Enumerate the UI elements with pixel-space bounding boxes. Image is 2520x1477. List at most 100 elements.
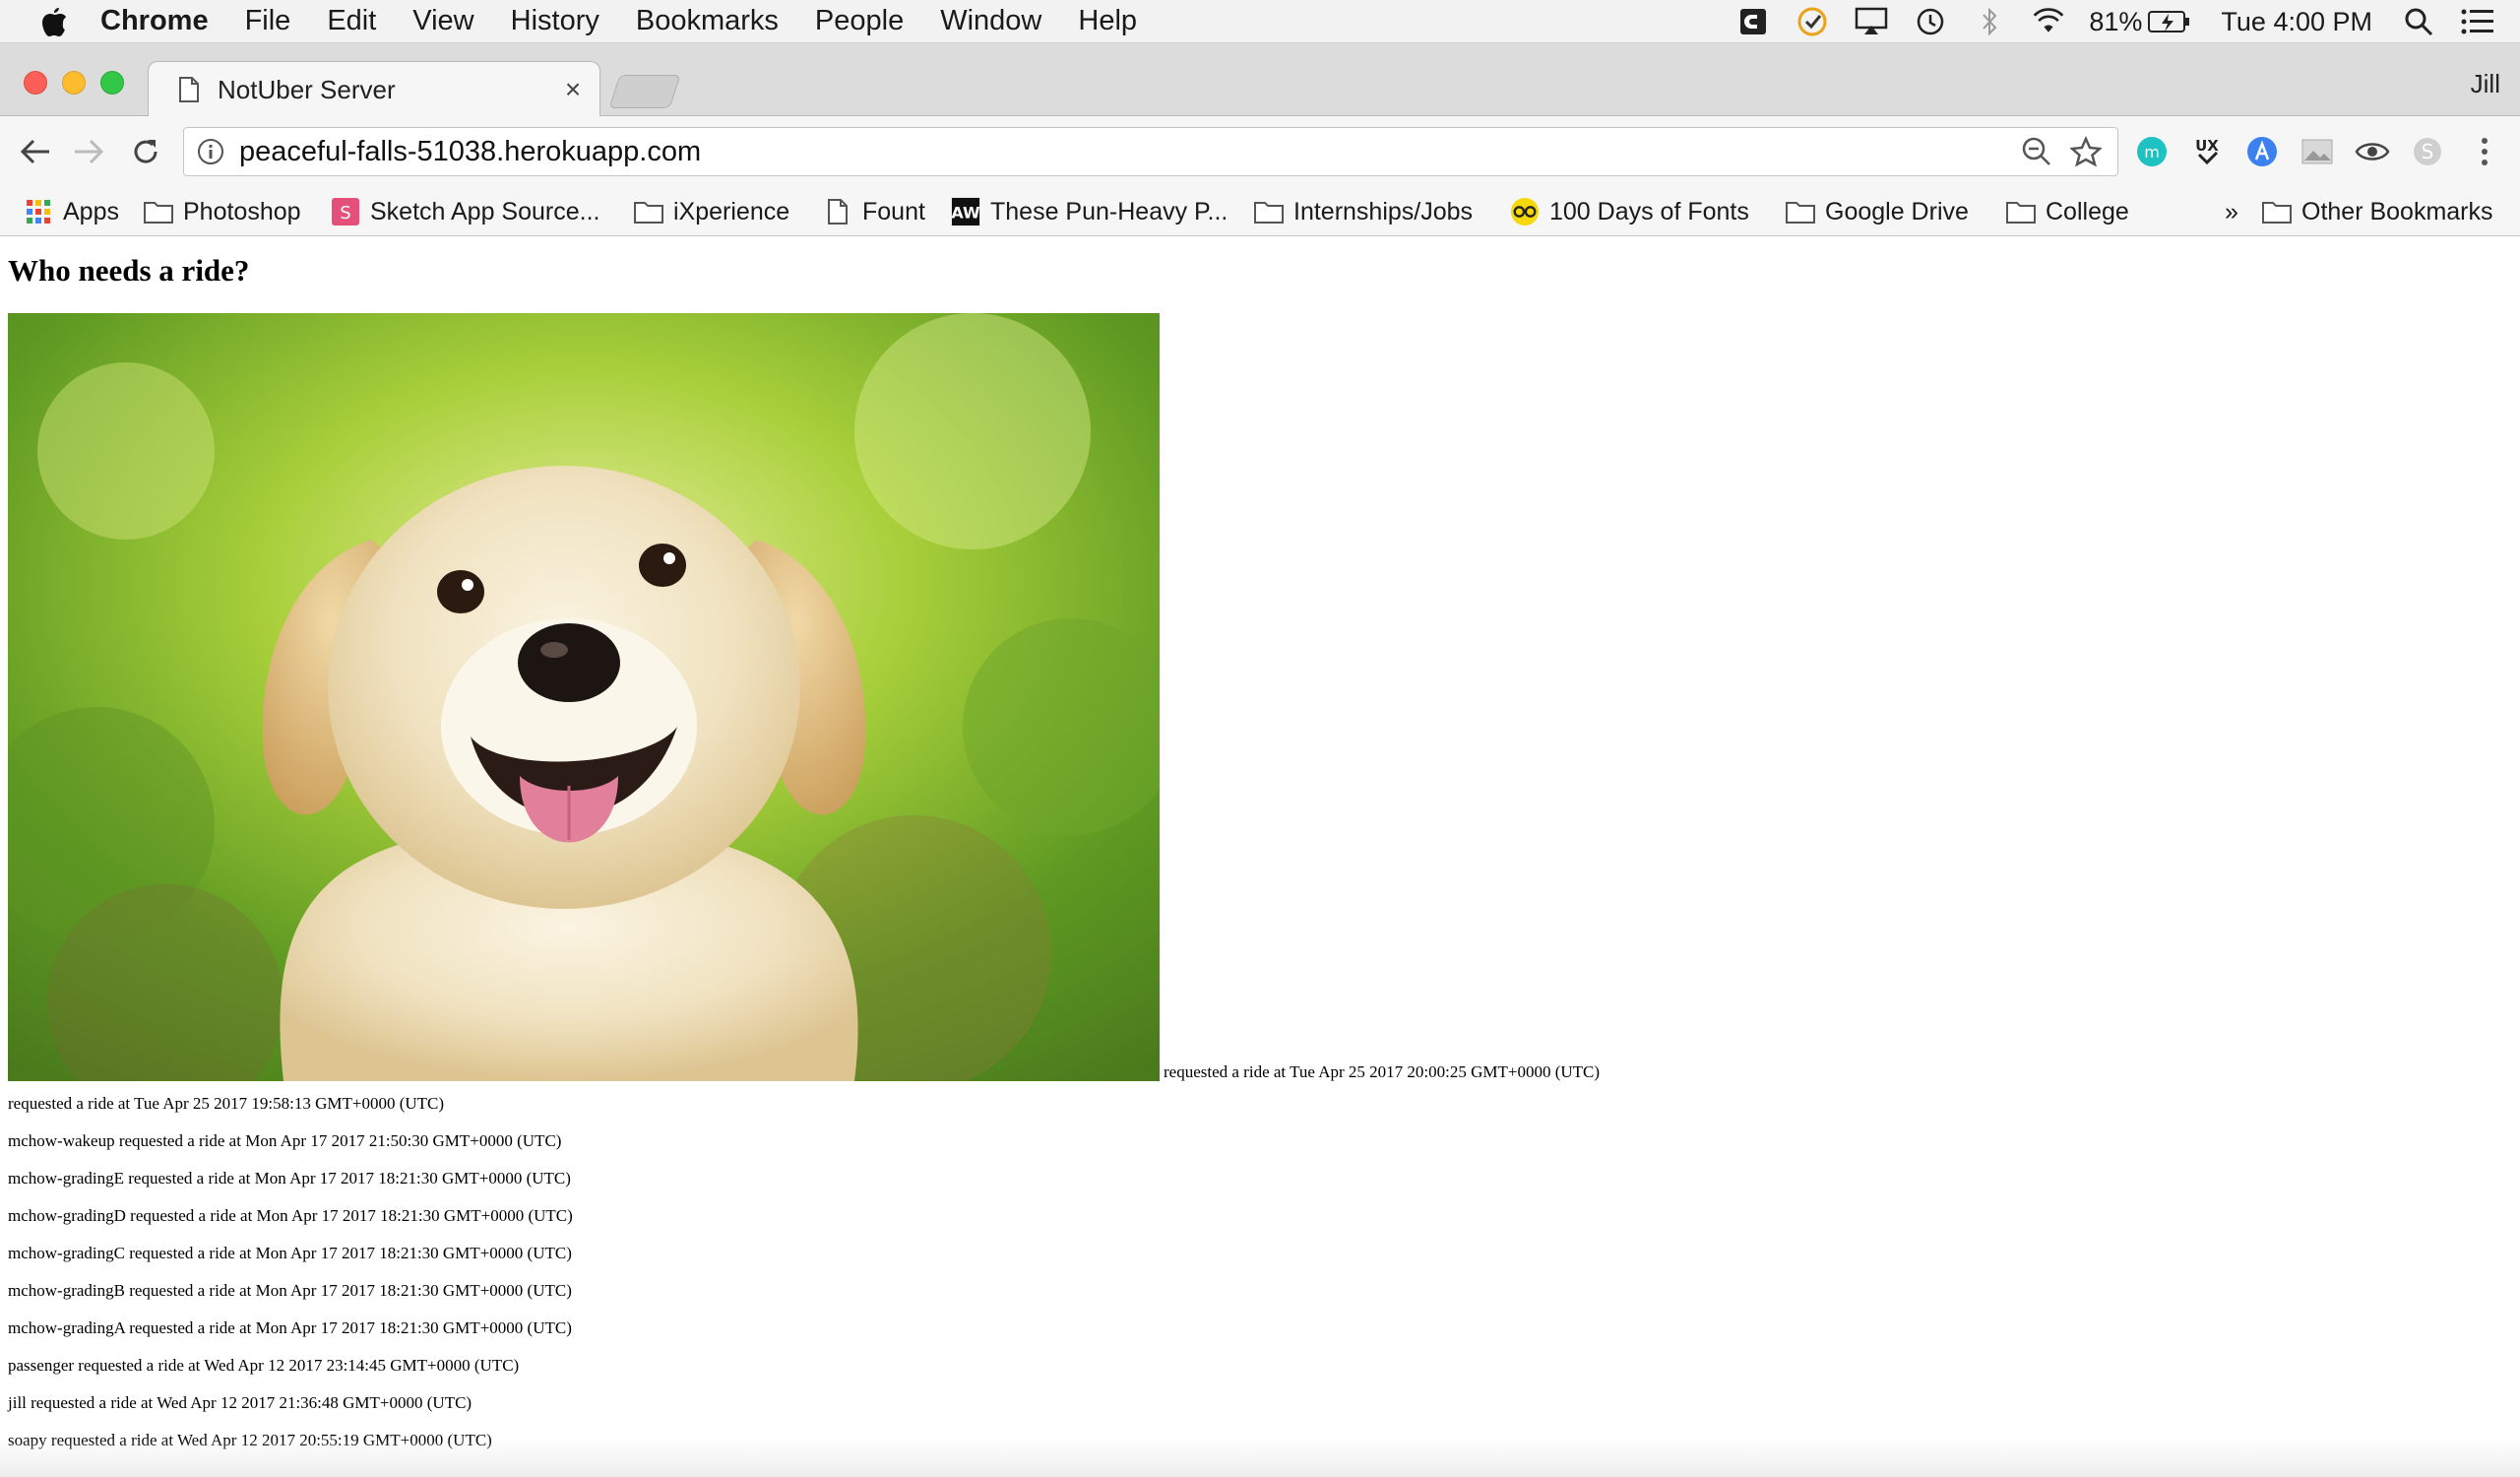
bookmark-ixperience[interactable]: iXperience bbox=[634, 195, 789, 228]
wifi-icon[interactable] bbox=[2032, 5, 2065, 38]
ride-entry: passenger requested a ride at Wed Apr 12… bbox=[8, 1356, 520, 1375]
ride-entry: requested a ride at Tue Apr 25 2017 19:5… bbox=[8, 1094, 445, 1113]
bookmark-label: 100 Days of Fonts bbox=[1549, 197, 1749, 225]
menu-edit[interactable]: Edit bbox=[327, 5, 376, 37]
bookmark-label: Fount bbox=[862, 197, 925, 225]
notification-center-icon[interactable] bbox=[2461, 5, 2494, 38]
menu-window[interactable]: Window bbox=[940, 5, 1041, 37]
extension-ux-icon[interactable]: UX bbox=[2189, 134, 2225, 169]
tab-notuber-server[interactable]: NotUber Server × bbox=[148, 61, 600, 117]
bookmark-apps[interactable]: Apps bbox=[24, 195, 119, 228]
svg-text:S: S bbox=[2422, 140, 2434, 163]
page-icon bbox=[178, 76, 200, 103]
back-arrow-icon[interactable] bbox=[16, 132, 55, 171]
bookmark-internships-jobs[interactable]: Internships/Jobs bbox=[1254, 195, 1473, 228]
battery-charging-icon[interactable] bbox=[2148, 5, 2191, 38]
bookmark-college[interactable]: College bbox=[2006, 195, 2129, 228]
time-machine-icon[interactable] bbox=[1914, 5, 1947, 38]
window-close-button[interactable] bbox=[24, 71, 47, 95]
bookmark-label: College bbox=[2046, 197, 2129, 225]
bookmark-label: Sketch App Source... bbox=[370, 197, 600, 225]
ride-entry: mchow-wakeup requested a ride at Mon Apr… bbox=[8, 1131, 562, 1150]
bookmark-100-days-of-fonts[interactable]: 100 Days of Fonts bbox=[1510, 195, 1749, 228]
folder-icon bbox=[2262, 199, 2292, 225]
folder-icon bbox=[144, 199, 173, 225]
page-icon bbox=[823, 199, 852, 225]
chrome-menu-kebab-icon[interactable] bbox=[2467, 134, 2502, 169]
bookmarks-overflow-chevron[interactable]: » bbox=[2225, 195, 2238, 228]
tab-strip: NotUber Server × Jill bbox=[0, 43, 2520, 117]
extension-grey-s-icon[interactable]: S bbox=[2410, 134, 2445, 169]
menu-bookmarks[interactable]: Bookmarks bbox=[636, 5, 779, 37]
extension-image-icon[interactable] bbox=[2300, 134, 2335, 169]
svg-text:S: S bbox=[340, 203, 350, 224]
svg-text:m: m bbox=[2144, 143, 2160, 161]
folder-icon bbox=[1786, 199, 1815, 225]
bookmark-photoshop[interactable]: Photoshop bbox=[144, 195, 301, 228]
extension-blue-a-icon[interactable] bbox=[2244, 134, 2280, 169]
puppy-photo bbox=[8, 313, 1160, 1081]
bookmark-fount[interactable]: Fount bbox=[823, 195, 925, 228]
spotlight-search-icon[interactable] bbox=[2402, 5, 2435, 38]
codekit-icon[interactable] bbox=[1736, 5, 1770, 38]
bookmark-other-bookmarks[interactable]: Other Bookmarks bbox=[2262, 195, 2493, 228]
window-minimize-button[interactable] bbox=[62, 71, 86, 95]
browser-toolbar: m UX S bbox=[0, 116, 2520, 187]
window-fullscreen-button[interactable] bbox=[100, 71, 124, 95]
bookmark-label: Internships/Jobs bbox=[1293, 197, 1474, 225]
ride-entry: mchow-gradingC requested a ride at Mon A… bbox=[8, 1244, 572, 1262]
bookmark-label: Apps bbox=[63, 197, 119, 225]
todo-check-icon[interactable] bbox=[1796, 5, 1829, 38]
apps-grid-icon bbox=[24, 199, 53, 225]
zoom-out-icon[interactable] bbox=[2019, 134, 2054, 169]
bookmark-star-icon[interactable] bbox=[2068, 134, 2104, 169]
aw-favicon: AW bbox=[951, 197, 980, 226]
folder-icon bbox=[1254, 199, 1284, 225]
window-bottom-shadow bbox=[0, 1438, 2520, 1477]
ride-request-list: requested a ride at Tue Apr 25 2017 19:5… bbox=[8, 1094, 573, 1468]
profile-name[interactable]: Jill bbox=[2471, 69, 2500, 99]
address-bar[interactable] bbox=[183, 127, 2118, 176]
sketch-favicon: S bbox=[331, 198, 360, 225]
forward-arrow-icon[interactable] bbox=[69, 132, 108, 171]
apple-logo-icon[interactable] bbox=[39, 5, 69, 38]
menubar-clock[interactable]: Tue 4:00 PM bbox=[2221, 7, 2372, 37]
status-area: 81% Tue 4:00 PM bbox=[1711, 0, 2494, 43]
new-tab-button[interactable] bbox=[608, 75, 681, 108]
page-content: Who needs a ride? requested a ride at Tu… bbox=[0, 237, 2520, 1477]
ride-entry: mchow-gradingA requested a ride at Mon A… bbox=[8, 1318, 572, 1337]
bookmark-label: Photoshop bbox=[183, 197, 301, 225]
tab-title: NotUber Server bbox=[218, 74, 396, 104]
menu-app-chrome[interactable]: Chrome bbox=[100, 5, 209, 37]
bookmark-sketch-app-source[interactable]: S Sketch App Source... bbox=[331, 195, 599, 228]
extension-eye-icon[interactable] bbox=[2355, 134, 2390, 169]
bookmark-label: Other Bookmarks bbox=[2301, 197, 2493, 225]
ride-entry: mchow-gradingD requested a ride at Mon A… bbox=[8, 1206, 573, 1225]
reload-icon[interactable] bbox=[126, 132, 165, 171]
menu-history[interactable]: History bbox=[511, 5, 599, 37]
page-heading: Who needs a ride? bbox=[8, 253, 250, 288]
site-info-icon[interactable] bbox=[196, 137, 225, 166]
ride-entry: mchow-gradingB requested a ride at Mon A… bbox=[8, 1281, 572, 1300]
menu-help[interactable]: Help bbox=[1078, 5, 1137, 37]
menu-file[interactable]: File bbox=[245, 5, 291, 37]
macos-menu-bar: Chrome File Edit View History Bookmarks … bbox=[0, 0, 2520, 43]
airplay-icon[interactable] bbox=[1855, 5, 1888, 38]
bluetooth-icon[interactable] bbox=[1973, 5, 2006, 38]
glasses-favicon bbox=[1510, 197, 1540, 226]
bookmark-pun-heavy[interactable]: AW These Pun-Heavy P... bbox=[951, 195, 1228, 228]
battery-percent: 81% bbox=[2089, 6, 2143, 36]
tab-close-icon[interactable]: × bbox=[558, 74, 588, 104]
svg-text:AW: AW bbox=[951, 204, 980, 223]
ride-entry: jill requested a ride at Wed Apr 12 2017… bbox=[8, 1393, 472, 1412]
bookmark-google-drive[interactable]: Google Drive bbox=[1786, 195, 1969, 228]
ride-entry: mchow-gradingE requested a ride at Mon A… bbox=[8, 1169, 571, 1188]
menu-view[interactable]: View bbox=[412, 5, 473, 37]
folder-icon bbox=[2006, 199, 2036, 225]
url-input[interactable] bbox=[239, 135, 2019, 168]
ride-entry-first: requested a ride at Tue Apr 25 2017 20:0… bbox=[1164, 1062, 1601, 1081]
extension-teal-m-icon[interactable]: m bbox=[2134, 134, 2170, 169]
bookmarks-bar: Apps Photoshop S Sketch App Source... iX… bbox=[0, 187, 2520, 236]
bookmark-label: These Pun-Heavy P... bbox=[990, 197, 1228, 225]
menu-people[interactable]: People bbox=[815, 5, 904, 37]
